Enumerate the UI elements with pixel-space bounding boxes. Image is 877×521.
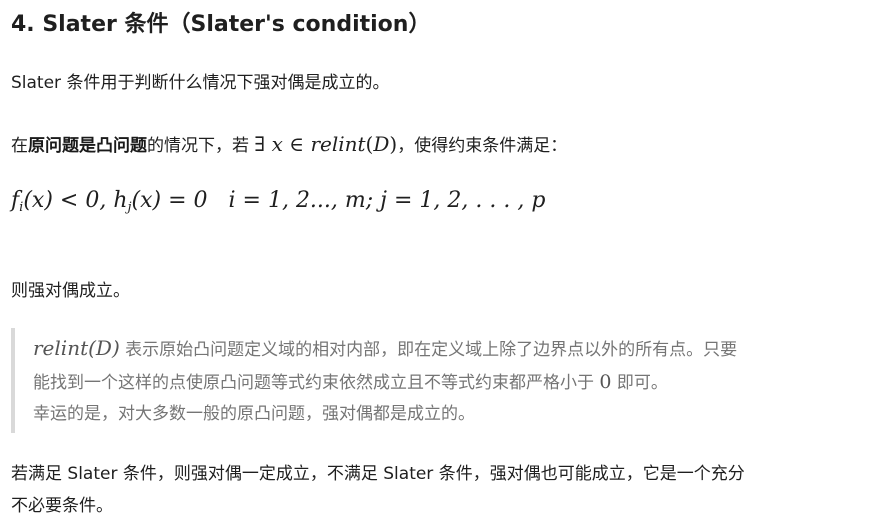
in-symbol: ∈ [289,132,305,156]
footer-line-2: 不必要条件。 [11,496,113,516]
condition-math: ∃ x ∈ relint(D) [254,132,397,156]
quote-line-1-text: 表示原始凸问题定义域的相对内部，即在定义域上除了边界点以外的所有点。只要 [119,340,738,360]
formula-eq-zero: (x) = 0 [131,188,208,213]
relint-text: relint [310,132,366,156]
condition-suffix: ，使得约束条件满足： [397,136,568,156]
footer-line-1: 若满足 Slater 条件，则强对偶一定成立，不满足 Slater 条件，强对偶… [11,464,745,484]
formula-h: h [113,188,128,213]
formula-index-range: i = 1, 2..., m; j = 1, 2, . . . , p [228,188,546,213]
exists-symbol: ∃ [254,132,266,156]
quote-line-1: relint(D) 表示原始凸问题定义域的相对内部，即在定义域上除了边界点以外的… [33,336,737,362]
conclusion-paragraph: 则强对偶成立。 [11,281,130,301]
section-heading: 4. Slater 条件（Slater's condition） [11,12,431,37]
condition-bold: 原问题是凸问题 [28,136,147,156]
domain-D: D [373,132,390,156]
quote-line-2-text-a: 能找到一个这样的点使原凸问题等式约束依然成立且不等式约束都严格小于 [33,373,600,393]
formula-f: f [11,188,20,213]
math-var-x: x [271,132,283,156]
quote-line-2: 能找到一个这样的点使原凸问题等式约束依然成立且不等式约束都严格小于 0 即可。 [33,370,668,395]
condition-prefix: 在 [11,136,28,156]
quote-relint-math: relint(D) [33,336,120,360]
quote-line-2-text-b: 即可。 [611,373,668,393]
quote-line-3: 幸运的是，对大多数一般的原凸问题，强对偶都是成立的。 [33,404,475,424]
constraint-formula: fi(x) < 0, hj(x) = 0 i = 1, 2..., m; j =… [11,188,546,214]
condition-middle: 的情况下，若 [147,136,249,156]
condition-paragraph: 在原问题是凸问题的情况下，若 ∃ x ∈ relint(D)，使得约束条件满足： [11,132,567,158]
blockquote: relint(D) 表示原始凸问题定义域的相对内部，即在定义域上除了边界点以外的… [11,328,867,433]
intro-paragraph: Slater 条件用于判断什么情况下强对偶是成立的。 [11,73,390,93]
formula-lt-zero: (x) < 0, [23,188,107,213]
quote-zero: 0 [599,371,612,393]
